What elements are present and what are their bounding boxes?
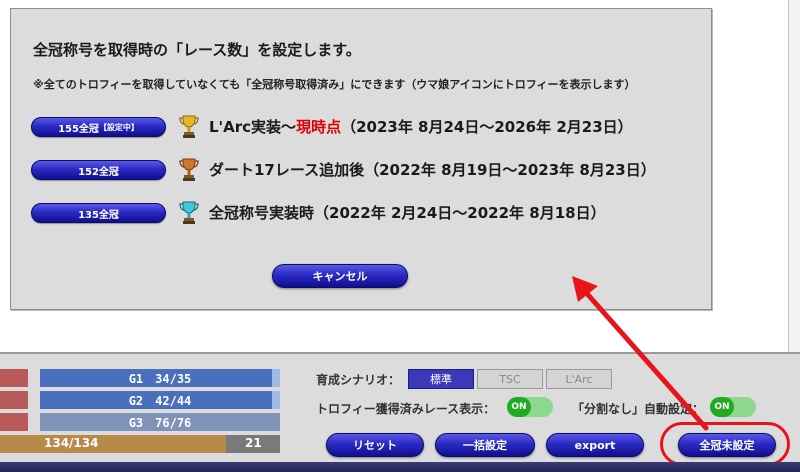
gold-trophy-icon xyxy=(179,115,199,138)
dialog-note: ※全てのトロフィーを取得していなくても「全冠称号取得済み」にできます（ウマ娘アイ… xyxy=(33,78,636,91)
export-button[interactable]: export xyxy=(546,433,644,457)
total-progress-bar: 134/134 21 xyxy=(0,435,280,453)
no-split-toggle[interactable]: ON xyxy=(710,397,756,417)
bulk-set-button[interactable]: 一括設定 xyxy=(435,433,535,457)
row-marker-g1 xyxy=(0,369,28,387)
g1-progress-bar: G1 34/35 xyxy=(40,369,280,387)
row-marker-g3 xyxy=(0,413,28,431)
trophy-races-label: トロフィー獲得済みレース表示： xyxy=(316,402,496,416)
option-155-period-start: L'Arc実装～ xyxy=(209,118,297,136)
g1-count: G1 34/35 xyxy=(128,371,192,386)
current-marker: 現時点 xyxy=(296,118,342,136)
trophy-races-toggle[interactable]: ON xyxy=(507,397,553,417)
remaining-count: 21 xyxy=(245,436,262,450)
scenario-larc-button[interactable]: L'Arc xyxy=(546,369,612,389)
set-135-label: 135全冠 xyxy=(78,209,119,221)
no-split-toggle-state: ON xyxy=(710,397,734,417)
option-135: 135全冠 全冠称号実装時（2022年 2月24日～2022年 8月18日） xyxy=(31,199,711,225)
total-count: 134/134 xyxy=(44,436,99,450)
bronze-trophy-icon xyxy=(179,158,199,181)
set-155-label: 155全冠 xyxy=(58,123,99,135)
row-marker-g2 xyxy=(0,391,28,409)
set-135-button[interactable]: 135全冠 xyxy=(31,203,166,223)
total-fill xyxy=(0,435,226,453)
option-155-period: （2023年 8月24日～2026年 2月23日） xyxy=(341,118,633,136)
g2-progress-bar: G2 42/44 xyxy=(40,391,280,409)
option-152: 152全冠 ダート17レース追加後（2022年 8月19日～2023年 8月23… xyxy=(31,156,711,182)
option-155: 155全冠 【設定中】 L'Arc実装～現時点（2023年 8月24日～2026… xyxy=(31,113,711,139)
race-count-dialog: 全冠称号を取得時の「レース数」を設定します。 ※全てのトロフィーを取得していなく… xyxy=(10,8,712,310)
set-155-button[interactable]: 155全冠 【設定中】 xyxy=(31,117,166,137)
option-152-text: ダート17レース追加後（2022年 8月19日～2023年 8月23日） xyxy=(209,161,656,179)
g3-count: G3 76/76 xyxy=(128,415,192,430)
no-split-label: 「分割なし」自動設定： xyxy=(572,402,705,416)
scenario-label: 育成シナリオ： xyxy=(316,373,401,387)
option-155-text: L'Arc実装～現時点（2023年 8月24日～2026年 2月23日） xyxy=(209,116,633,137)
cancel-button[interactable]: キャンセル xyxy=(272,264,408,288)
current-setting-tag: 【設定中】 xyxy=(98,122,139,132)
g3-progress-bar: G3 76/76 xyxy=(40,413,280,431)
settings-panel: G1 34/35 G2 42/44 G3 76/76 134/134 21 育成… xyxy=(0,352,800,472)
reset-button[interactable]: リセット xyxy=(326,433,424,457)
set-152-button[interactable]: 152全冠 xyxy=(31,160,166,180)
g2-count: G2 42/44 xyxy=(128,393,192,408)
set-152-label: 152全冠 xyxy=(78,166,119,178)
scenario-standard-button[interactable]: 標準 xyxy=(408,369,474,389)
scrollbar-track[interactable] xyxy=(788,0,800,352)
scenario-tsc-button[interactable]: TSC xyxy=(477,369,543,389)
bottom-bar xyxy=(0,462,800,472)
teal-trophy-icon xyxy=(179,201,199,224)
dialog-title: 全冠称号を取得時の「レース数」を設定します。 xyxy=(33,41,361,59)
annotation-circle xyxy=(660,422,790,466)
option-135-text: 全冠称号実装時（2022年 2月24日～2022年 8月18日） xyxy=(209,204,606,222)
trophy-races-toggle-state: ON xyxy=(507,397,531,417)
